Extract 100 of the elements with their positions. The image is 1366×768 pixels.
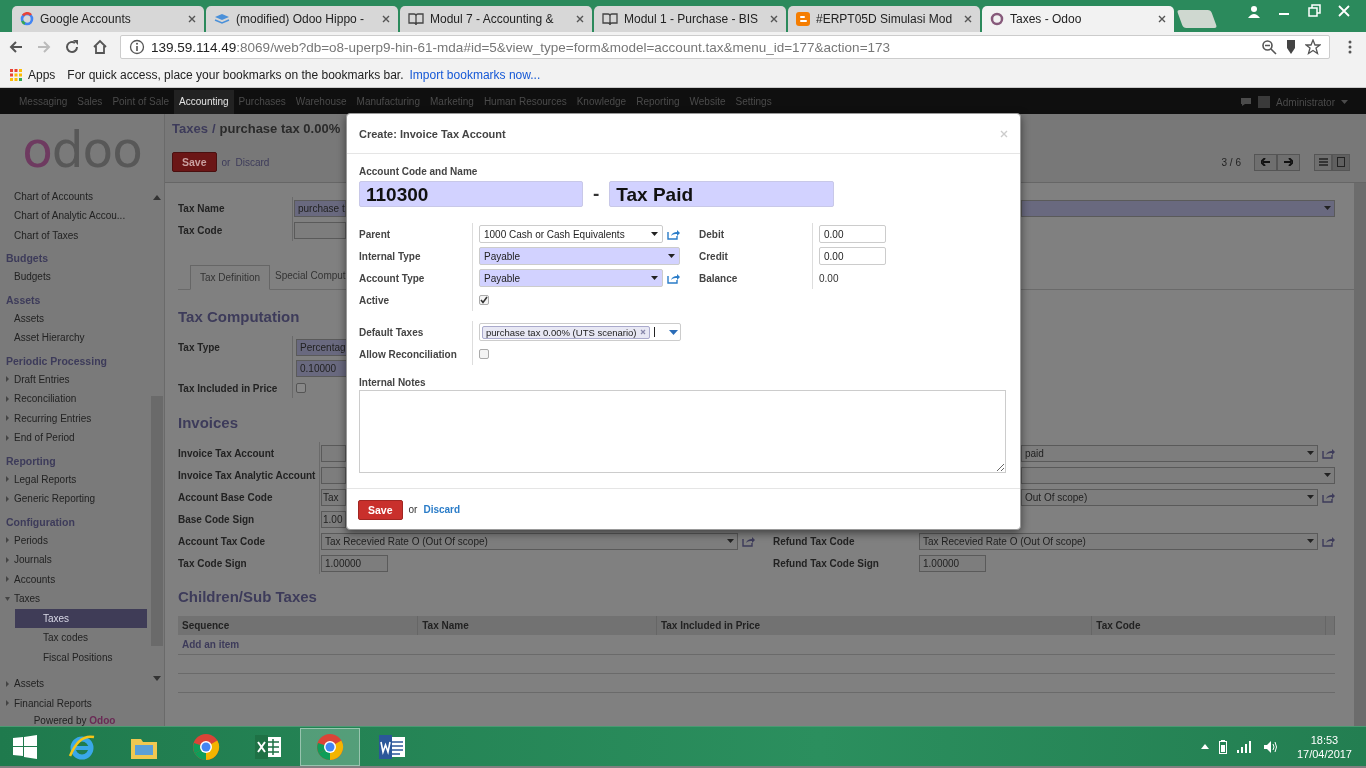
menu-tab[interactable]: Manufacturing [351,90,425,114]
caret-icon[interactable] [669,329,678,335]
discard-link[interactable]: Discard [423,504,461,515]
user-icon[interactable] [1246,3,1262,19]
user-menu[interactable]: Administrator [1276,96,1335,108]
input-field[interactable]: 1.00 [321,510,346,528]
menu-tab[interactable]: Messaging [14,90,73,114]
select-field[interactable]: Tax Recevied Rate O (Out Of scope) [919,532,1318,550]
input-field[interactable] [321,466,346,484]
name-field[interactable]: Tax Paid [609,181,835,207]
scroll-up-icon[interactable] [152,194,161,200]
save-button[interactable]: Save [172,152,217,172]
caret-right-icon[interactable] [4,700,10,707]
clock[interactable]: 18:53 17/04/2017 [1296,732,1352,761]
caret-right-icon[interactable] [4,495,10,502]
external-link-icon[interactable] [1322,535,1335,547]
document-icon[interactable] [378,733,406,760]
menu-item[interactable]: Tax codes [15,628,150,648]
checkbox[interactable] [296,383,306,393]
form-tab[interactable]: Special Comput [270,264,346,289]
menu-item[interactable]: Legal Reports [0,469,150,489]
close-icon[interactable] [1336,3,1352,19]
zoom-icon[interactable] [1261,39,1277,55]
menu-tab[interactable]: Purchases [233,90,291,114]
input-field[interactable]: Percentag [296,338,348,356]
select-field[interactable] [1021,199,1335,217]
browser-tab[interactable]: Google Accounts [12,6,204,32]
close-icon[interactable] [770,15,778,23]
code-field[interactable]: 110300 [359,181,583,207]
input-field[interactable]: 0.00 [819,225,886,243]
menu-item[interactable]: Draft Entries [0,369,150,389]
input-field[interactable] [294,221,346,239]
close-icon[interactable] [188,15,196,23]
input-field[interactable]: 1.00000 [919,554,986,572]
checkbox[interactable] [479,295,489,305]
menu-item[interactable]: Assets [0,674,150,694]
menu-item[interactable]: End of Period [0,428,150,448]
volume-icon[interactable] [1262,739,1279,754]
previous-button[interactable] [1254,153,1277,171]
column-header[interactable]: Tax Included in Price [656,616,1092,635]
caret-right-icon[interactable] [4,415,10,422]
breadcrumb-link[interactable]: Taxes [172,121,208,136]
select-field[interactable]: Tax Recevied Rate O (Out Of scope) [321,532,738,550]
browser-tab[interactable]: Modul 7 - Accounting & [400,6,592,32]
tags-field[interactable]: purchase tax 0.00% (UTS scenario) [479,323,681,341]
new-tab-button[interactable] [1176,10,1218,28]
caret-right-icon[interactable] [4,537,10,544]
external-link-icon[interactable] [742,535,755,547]
scroll-down-icon[interactable] [152,675,161,681]
menu-item[interactable]: Periods [0,530,150,550]
caret-down-icon[interactable] [4,595,10,602]
column-header[interactable]: Tax Code [1091,616,1326,635]
browser-tab[interactable]: Taxes - Odoo [982,6,1174,32]
list-view-button[interactable] [1314,153,1332,171]
caret-right-icon[interactable] [4,680,10,687]
caret-right-icon[interactable] [4,556,10,563]
column-header[interactable]: Tax Name [417,616,657,635]
select-field[interactable]: Payable [479,269,663,287]
select-field[interactable] [1021,466,1335,484]
menu-tab[interactable]: Accounting [174,90,234,114]
caret-right-icon[interactable] [4,434,10,441]
menu-item[interactable]: Taxes [15,608,148,628]
input-field[interactable]: 0.10000 [296,359,348,377]
browser-tab[interactable]: Modul 1 - Purchase - BIS [594,6,786,32]
home-icon[interactable] [92,39,108,55]
menu-tab[interactable]: Website [684,90,731,114]
select-field[interactable]: paid [1021,444,1318,462]
chat-icon[interactable] [1240,97,1253,107]
close-icon[interactable] [576,15,584,23]
apps-label[interactable]: Apps [28,67,56,82]
browser-tab[interactable]: (modified) Odoo Hippo - [206,6,398,32]
external-link-icon[interactable] [667,272,680,284]
caret-right-icon[interactable] [4,376,10,383]
external-link-icon[interactable] [1322,491,1335,503]
import-bookmarks-link[interactable]: Import bookmarks now... [409,67,541,82]
notes-field[interactable] [359,390,1006,473]
input-field[interactable]: 0.00 [819,247,886,265]
select-field[interactable]: 1000 Cash or Cash Equivalents [479,225,663,243]
close-icon[interactable] [382,15,390,23]
external-link-icon[interactable] [667,228,680,240]
address-bar[interactable]: 139.59.114.49:8069/web?db=o8-uperp9-hin-61-mda#id=5&view_type=form&model=account.tax&menu_id=177&action=173 [120,35,1330,59]
close-icon[interactable] [1158,15,1166,23]
menu-item[interactable]: Chart of Taxes [0,225,150,245]
restore-icon[interactable] [1306,3,1322,19]
menu-tab[interactable]: Marketing [425,90,479,114]
menu-item[interactable]: Fiscal Positions [15,647,150,667]
chrome-icon[interactable] [316,732,344,761]
star-icon[interactable] [1305,39,1321,55]
chrome-icon[interactable] [192,732,220,761]
caret-right-icon[interactable] [4,576,10,583]
menu-item[interactable]: Assets [0,308,150,328]
menu-item[interactable]: Chart of Accounts [0,186,150,206]
input-field[interactable] [321,444,346,462]
start-icon[interactable] [13,734,37,759]
menu-item[interactable]: Taxes [0,589,150,609]
menu-item[interactable]: Journals [0,550,150,570]
checkbox[interactable] [479,349,489,359]
column-header[interactable]: Sequence [178,616,418,635]
menu-tab[interactable]: Knowledge [571,90,632,114]
menu-tab[interactable]: Human Resources [478,90,572,114]
